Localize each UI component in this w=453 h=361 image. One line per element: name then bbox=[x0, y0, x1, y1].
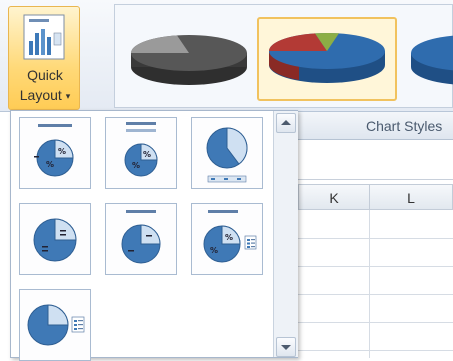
multicolor-pie-style-icon bbox=[269, 32, 385, 83]
scroll-up-button[interactable] bbox=[276, 113, 296, 133]
layout-5-tile[interactable] bbox=[105, 203, 177, 275]
chart-style-blue-pie[interactable] bbox=[411, 17, 453, 101]
blue-pie-style-icon bbox=[411, 35, 453, 85]
pie-title-percent-legend-icon: % % bbox=[203, 210, 257, 263]
layout-6-tile[interactable]: % % bbox=[191, 203, 263, 275]
chevron-down-icon: ▾ bbox=[65, 90, 71, 101]
quick-layout-button[interactable]: Quick Layout ▾ bbox=[8, 6, 80, 110]
gallery-scrollbar[interactable] bbox=[273, 111, 298, 357]
chart-styles-gallery bbox=[114, 4, 453, 108]
layout-4-tile[interactable] bbox=[19, 203, 91, 275]
pie-title-labels-icon bbox=[121, 210, 161, 264]
svg-text:%: % bbox=[225, 233, 233, 242]
pie-bottom-legend-icon bbox=[206, 127, 248, 183]
pie-title-subtitle-percent-icon: % % bbox=[124, 122, 158, 177]
chart-style-gray-pie[interactable] bbox=[119, 17, 259, 101]
chart-style-multicolor-pie[interactable] bbox=[257, 17, 397, 101]
svg-text:%: % bbox=[58, 147, 66, 156]
scroll-down-arrow-icon bbox=[281, 345, 291, 350]
svg-text:%: % bbox=[132, 161, 140, 170]
layout-1-tile[interactable]: % % bbox=[19, 117, 91, 189]
svg-text:%: % bbox=[210, 246, 218, 255]
column-header-l[interactable]: L bbox=[369, 184, 453, 210]
layout-7-tile[interactable] bbox=[19, 289, 91, 361]
quick-layout-gallery: % % % % % % bbox=[10, 110, 298, 361]
layout-2-tile[interactable]: % % bbox=[105, 117, 177, 189]
scroll-down-button[interactable] bbox=[276, 337, 296, 357]
quick-layout-label-line2: Layout ▾ bbox=[19, 87, 71, 103]
layout-3-tile[interactable] bbox=[191, 117, 263, 189]
quick-layout-label-line1: Quick bbox=[27, 67, 63, 83]
pie-title-percent-labels-icon: % % bbox=[34, 124, 74, 177]
pie-data-labels-icon bbox=[33, 218, 77, 262]
ribbon: Quick Layout ▾ bbox=[0, 0, 453, 112]
svg-text:%: % bbox=[143, 150, 151, 159]
quick-layout-chart-icon bbox=[23, 14, 65, 60]
pie-right-legend-icon bbox=[27, 304, 85, 346]
svg-text:%: % bbox=[46, 160, 54, 169]
scroll-up-arrow-icon bbox=[281, 120, 291, 125]
column-header-k[interactable]: K bbox=[298, 184, 370, 210]
gray-pie-style-icon bbox=[131, 35, 247, 85]
